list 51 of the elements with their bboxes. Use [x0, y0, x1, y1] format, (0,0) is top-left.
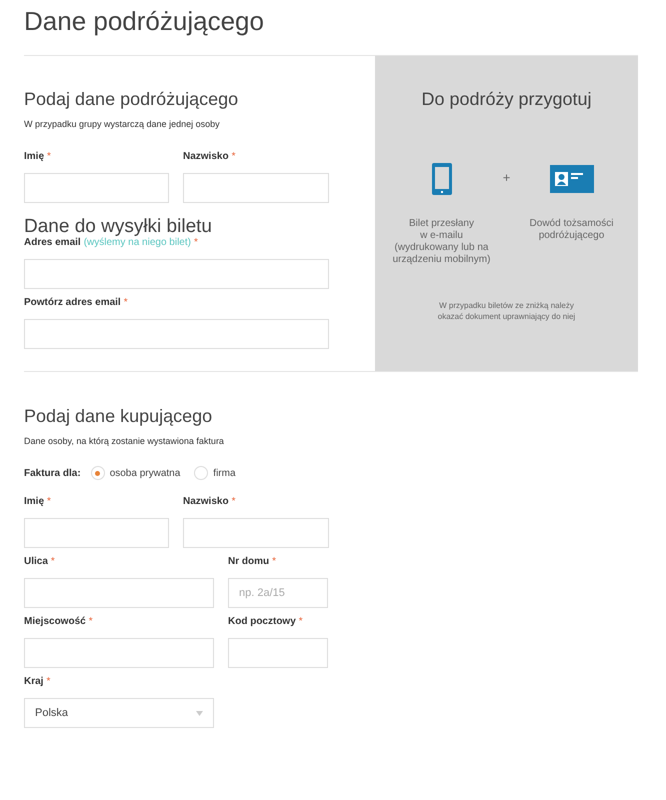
field-label: Ulica [24, 556, 48, 567]
field-label: Nazwisko [183, 496, 229, 507]
caret-icon [196, 710, 203, 716]
input-field[interactable] [183, 518, 329, 548]
required-mark: * [272, 556, 276, 567]
input-field[interactable] [24, 319, 329, 349]
field-label: Adres email [24, 237, 81, 248]
field-label: Kod pocztowy [228, 616, 296, 627]
input-field[interactable] [24, 518, 169, 548]
field-label: Miejscowość [24, 616, 86, 627]
radio-option[interactable]: osoba prywatna [90, 466, 180, 480]
field-label: Powtórz adres email [24, 297, 121, 308]
required-mark: * [232, 496, 236, 507]
required-mark: * [232, 151, 236, 162]
page-title: Dane podróżującego [24, 5, 265, 38]
section-heading: Podaj dane kupującego [24, 406, 214, 427]
panel-title: Do podróży przygotuj [421, 89, 592, 110]
required-mark: * [88, 616, 93, 627]
required-mark: * [298, 616, 303, 627]
radio-option[interactable]: firma [194, 466, 236, 480]
section-subtitle: Dane osoby, na którą zostanie wystawiona faktura [24, 436, 225, 446]
input-field[interactable] [24, 259, 329, 289]
field-label: Nr domu [228, 556, 270, 567]
input-field[interactable] [24, 173, 169, 203]
input-field[interactable] [228, 638, 328, 668]
required-mark: * [47, 496, 51, 507]
required-mark: * [47, 151, 51, 162]
field-label: Imię [24, 151, 44, 162]
id-card-icon [550, 165, 594, 193]
country-select[interactable]: Polska [24, 698, 214, 728]
required-mark: * [50, 556, 55, 567]
requirement-caption: Bilet przesłany w e-mailu (wydrukowany lub na urządzeniu mobilnym) [392, 218, 490, 266]
field-label: Kraj [24, 676, 44, 687]
required-mark: * [46, 676, 50, 687]
invoice-label: Faktura dla: [24, 468, 81, 478]
plus-sign: + [502, 170, 512, 185]
discount-note: W przypadku biletów ze zniżką należy okazać dokument uprawniający do niej [438, 300, 576, 322]
section-heading: Podaj dane podróżującego [24, 89, 240, 110]
field-note: (wyślemy na niego bilet) [84, 237, 191, 248]
field-label: Nazwisko [183, 151, 229, 162]
smartphone-icon [432, 163, 452, 195]
section-subtitle: W przypadku grupy wystarczą dane jednej osoby [24, 119, 221, 129]
required-mark: * [194, 237, 198, 248]
input-field[interactable]: np. 2a/15 [228, 578, 328, 608]
required-mark: * [124, 297, 128, 308]
input-field[interactable] [24, 578, 214, 608]
section-heading: Dane do wysyłki biletu [24, 217, 213, 237]
field-label: Imię [24, 496, 44, 507]
requirement-caption: Dowód tożsamości podróżującego [530, 218, 614, 242]
input-field[interactable] [183, 173, 329, 203]
input-field[interactable] [24, 638, 214, 668]
